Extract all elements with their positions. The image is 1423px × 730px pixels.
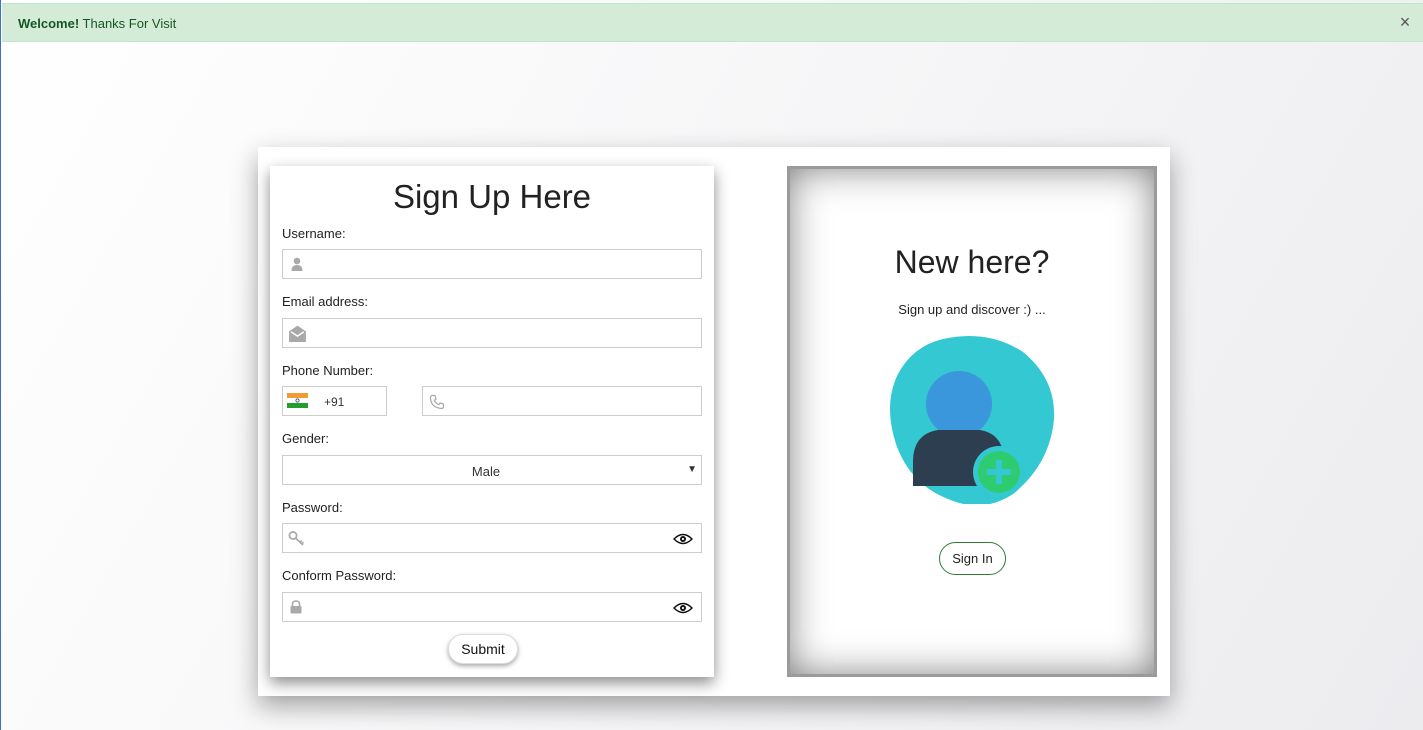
email-label: Email address: [282, 294, 368, 309]
confirm-password-input[interactable] [311, 597, 675, 619]
user-icon [291, 257, 303, 271]
phone-field[interactable] [422, 386, 702, 416]
india-flag-icon [287, 393, 308, 408]
eye-icon[interactable] [673, 532, 693, 546]
gender-select[interactable]: Male ▼ [282, 455, 702, 485]
welcome-alert: Welcome! Thanks For Visit × [2, 3, 1423, 42]
password-field[interactable] [282, 523, 702, 553]
close-icon[interactable]: × [1395, 12, 1415, 32]
phone-input[interactable] [451, 391, 695, 413]
gender-selected-value: Male [471, 464, 501, 479]
signup-form: Sign Up Here Username: Email address: Ph… [270, 166, 714, 677]
username-field[interactable] [282, 249, 702, 279]
email-field[interactable] [282, 318, 702, 348]
username-label: Username: [282, 226, 346, 241]
form-title: Sign Up Here [392, 178, 592, 215]
email-input[interactable] [311, 323, 675, 345]
username-input[interactable] [311, 254, 675, 276]
password-label: Password: [282, 500, 343, 515]
sign-in-button[interactable]: Sign In [939, 542, 1006, 575]
submit-button[interactable]: Submit [448, 634, 518, 664]
envelope-open-icon [289, 325, 306, 342]
side-subtitle: Sign up and discover :) ... [898, 302, 1046, 317]
country-code: +91 [324, 395, 345, 409]
alert-strong: Welcome! [18, 16, 80, 31]
confirm-password-field[interactable] [282, 592, 702, 622]
password-input[interactable] [311, 528, 675, 550]
dropdown-arrow-icon: ▼ [687, 464, 697, 475]
alert-text: Thanks For Visit [79, 16, 177, 31]
eye-icon[interactable] [673, 601, 693, 615]
signin-panel: New here? Sign up and discover :) ... Si… [787, 166, 1157, 677]
lock-icon [290, 600, 302, 614]
country-code-select[interactable]: +91 [282, 386, 387, 416]
confirm-password-label: Conform Password: [282, 568, 397, 583]
side-title: New here? [894, 244, 1050, 280]
phone-label: Phone Number: [282, 363, 374, 378]
gender-label: Gender: [282, 431, 329, 446]
auth-container: Sign Up Here Username: Email address: Ph… [258, 147, 1170, 696]
key-icon [288, 531, 305, 546]
phone-icon [429, 394, 445, 410]
add-user-illustration [889, 335, 1055, 504]
alert-message: Welcome! Thanks For Visit [18, 16, 176, 31]
